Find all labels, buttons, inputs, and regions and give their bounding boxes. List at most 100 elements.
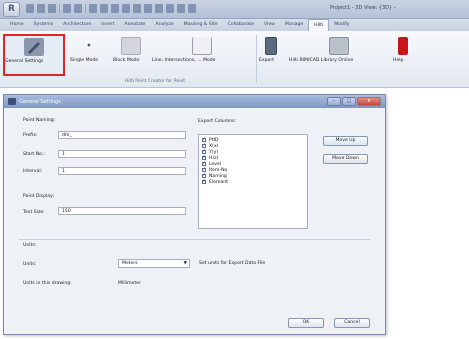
ribbon-button-label: General Settings (5, 59, 44, 64)
export-column-label: PtID (209, 137, 219, 143)
text-size-input[interactable]: 150 (58, 207, 186, 215)
start-no-label: Start No.: (23, 152, 45, 157)
start-no-input[interactable]: 1 (58, 150, 186, 158)
ribbon-button-label: Block Mode (113, 58, 140, 63)
ribbon-panel: General Settings Single Mode Block Mode … (0, 31, 469, 88)
ribbon-button-label: Hilti BIM/CAD Library Online (289, 58, 354, 63)
interval-label: Interval: (23, 169, 43, 174)
units-select[interactable]: Meters ▼ (118, 259, 190, 268)
export-column-item[interactable]: Element (202, 178, 304, 185)
export-button[interactable]: Export (259, 35, 283, 75)
cancel-button[interactable]: Cancel (334, 318, 370, 328)
export-column-label: Y(y) (209, 149, 219, 155)
drawing-units-value: Millimeter (118, 281, 141, 286)
thin-lines-icon[interactable] (155, 4, 163, 13)
dialog-app-icon (8, 98, 16, 105)
dialog-title-bar: General Settings – □ x (4, 95, 385, 108)
tab-annotate[interactable]: Annotate (119, 19, 150, 31)
close-button[interactable]: x (357, 97, 381, 106)
ribbon-separator (256, 35, 257, 83)
move-down-button[interactable]: Move Down (323, 154, 368, 164)
hilti-bim-cad-library-button[interactable]: Hilti BIM/CAD Library Online (289, 35, 389, 75)
export-columns-list[interactable]: PtIDX(x)Y(y)H(z)LevelItem-NoNamingElemen… (198, 134, 308, 229)
measure-icon[interactable] (100, 4, 108, 13)
point-display-label: Point Display: (23, 194, 55, 199)
tab-systems[interactable]: Systems (29, 19, 59, 31)
customize-qat-icon[interactable] (188, 4, 196, 13)
line-intersections-mode-button[interactable]: Line, Intersections, ... Mode (152, 35, 252, 75)
export-column-label: H(z) (209, 155, 219, 161)
export-column-label: Item-No (209, 167, 228, 173)
export-column-label: Level (209, 161, 222, 167)
tab-analyze[interactable]: Analyze (150, 19, 178, 31)
chevron-down-icon: ▼ (183, 261, 187, 266)
tab-view[interactable]: View (259, 19, 280, 31)
prefix-label: Prefix: (23, 133, 38, 138)
block-icon (121, 37, 141, 55)
undo-icon[interactable] (63, 4, 71, 13)
sync-icon[interactable] (48, 4, 56, 13)
units-selected-value: Meters (122, 261, 138, 266)
general-settings-button[interactable]: General Settings (3, 34, 65, 76)
units-label: Units: (23, 262, 37, 267)
ribbon-button-label: Export (259, 58, 275, 63)
tab-manage[interactable]: Manage (280, 19, 308, 31)
export-units-note: Set units for Export Data File (199, 261, 266, 266)
help-button[interactable]: Help (393, 35, 413, 75)
toolbar-separator (59, 4, 60, 13)
quick-access-toolbar (26, 4, 196, 15)
export-columns-label: Export Columns: (198, 119, 237, 124)
minimize-button[interactable]: – (327, 97, 341, 106)
tab-modify[interactable]: Modify (329, 19, 354, 31)
tab-collaborate[interactable]: Collaborate (223, 19, 259, 31)
close-hidden-icon[interactable] (166, 4, 174, 13)
3d-view-icon[interactable] (133, 4, 141, 13)
units-divider (19, 239, 371, 240)
switch-windows-icon[interactable] (177, 4, 185, 13)
export-column-label: X(x) (209, 143, 219, 149)
wrench-icon (24, 38, 44, 56)
tab-insert[interactable]: Insert (96, 19, 119, 31)
save-icon[interactable] (37, 4, 45, 13)
maximize-button[interactable]: □ (342, 97, 356, 106)
checkbox-checked-icon[interactable] (202, 178, 206, 184)
text-icon[interactable] (122, 4, 130, 13)
ribbon-button-label: Single Mode (70, 58, 99, 63)
export-icon (265, 37, 277, 55)
single-mode-button[interactable]: Single Mode (70, 35, 108, 75)
tab-architecture[interactable]: Architecture (58, 19, 96, 31)
export-column-label: Element (209, 179, 229, 185)
tab-massing-site[interactable]: Massing & Site (179, 19, 223, 31)
move-up-button[interactable]: Move Up (323, 136, 368, 146)
prefix-input[interactable]: dm_ (58, 131, 186, 139)
point-naming-label: Point Naming: (23, 118, 56, 123)
line-intersection-icon (192, 37, 212, 55)
export-column-label: Naming (209, 173, 227, 179)
dimension-icon[interactable] (111, 4, 119, 13)
section-icon[interactable] (144, 4, 152, 13)
drawing-units-label: Units in this drawing: (23, 281, 72, 286)
help-icon (398, 37, 408, 55)
title-bar: R Project1 - 3D View: {3D} - (0, 0, 469, 19)
toolbar-separator (85, 4, 86, 13)
library-icon (329, 37, 349, 55)
print-icon[interactable] (89, 4, 97, 13)
ribbon-panel-label: Hilti Point Creator for Revit (124, 79, 186, 84)
ribbon-button-label: Line, Intersections, ... Mode (152, 58, 216, 63)
point-icon (79, 37, 99, 55)
tab-hilti[interactable]: Hilti (308, 19, 330, 31)
dialog-title: General Settings (19, 99, 61, 105)
ribbon-tabs: Home Systems Architecture Insert Annotate Ana… (0, 19, 469, 31)
ok-button[interactable]: OK (288, 318, 324, 328)
window-title: Project1 - 3D View: {3D} - (330, 5, 396, 11)
application-menu-button[interactable]: R (3, 2, 20, 17)
block-mode-button[interactable]: Block Mode (113, 35, 149, 75)
revit-logo-icon: R (8, 4, 15, 14)
ribbon-button-label: Help (393, 58, 404, 63)
text-size-label: Text Size: (23, 210, 45, 215)
units-group-label: Units: (23, 243, 37, 248)
interval-input[interactable]: 1 (58, 167, 186, 175)
tab-home[interactable]: Home (5, 19, 29, 31)
open-icon[interactable] (26, 4, 34, 13)
redo-icon[interactable] (74, 4, 82, 13)
